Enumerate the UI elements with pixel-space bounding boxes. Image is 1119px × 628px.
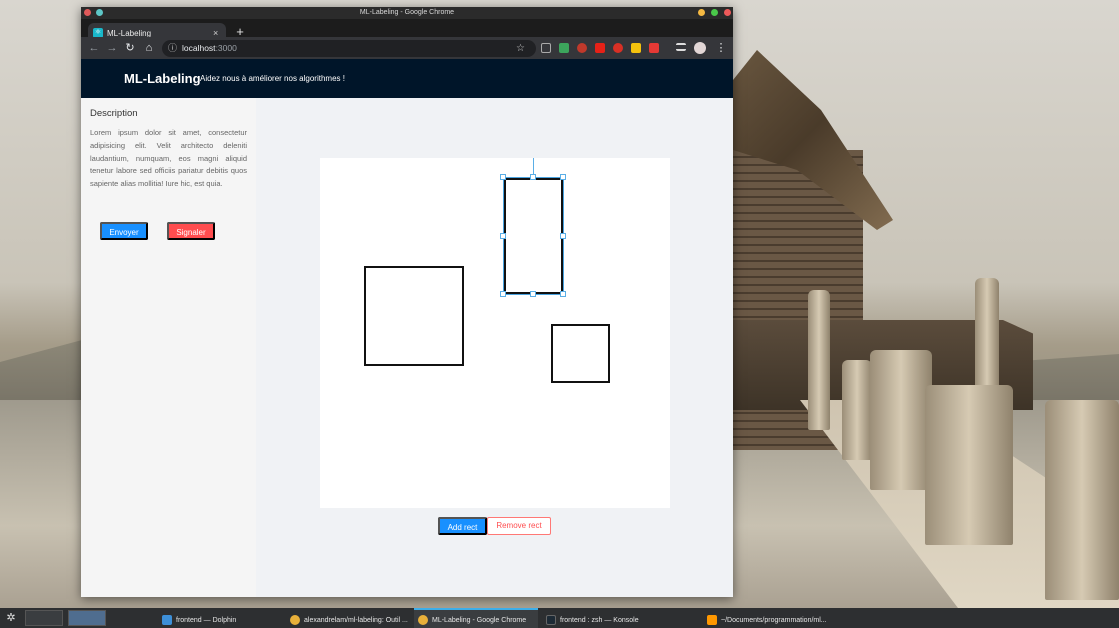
site-info-icon[interactable]: ⓘ: [168, 40, 177, 57]
bounding-rect[interactable]: [551, 324, 610, 383]
maximize-button[interactable]: [711, 9, 718, 16]
wallpaper-post: [842, 360, 872, 460]
resize-handle[interactable]: [500, 174, 506, 180]
taskbar: ✲ frontend — Dolphin alexandrelam/ml-lab…: [0, 608, 1119, 628]
task-dolphin[interactable]: frontend — Dolphin: [158, 608, 282, 628]
extension-red-circle-icon[interactable]: [577, 43, 587, 53]
resize-handle[interactable]: [500, 233, 506, 239]
tab-search-icon[interactable]: [676, 43, 686, 51]
desktop-pager-1[interactable]: [25, 610, 63, 626]
forward-icon[interactable]: →: [104, 39, 120, 57]
description-text: Lorem ipsum dolor sit amet, consectetur …: [90, 128, 247, 189]
page-viewport: ML-Labeling Aidez nous à améliorer nos a…: [81, 59, 733, 597]
app-header: ML-Labeling Aidez nous à améliorer nos a…: [81, 59, 733, 98]
window-titlebar: ML-Labeling - Google Chrome: [81, 7, 733, 19]
task-label: alexandrelam/ml-labeling: Outil ...: [304, 617, 408, 624]
app-launcher-icon[interactable]: ✲: [4, 611, 18, 625]
reader-extension-icon[interactable]: [541, 43, 551, 53]
send-button[interactable]: Envoyer: [100, 222, 148, 240]
extension-yellow-icon[interactable]: [631, 43, 641, 53]
browser-menu-icon[interactable]: ⋮: [713, 39, 729, 57]
address-url: localhost:3000: [182, 40, 237, 57]
home-icon[interactable]: ⌂: [141, 39, 157, 57]
wallpaper-post: [808, 290, 830, 430]
wallpaper-post: [975, 278, 999, 388]
resize-handle[interactable]: [560, 291, 566, 297]
resize-handle[interactable]: [500, 291, 506, 297]
sublime-text-icon: [707, 615, 717, 626]
address-bar[interactable]: ⓘ localhost:3000 ☆: [162, 40, 536, 57]
youtube-extension-icon[interactable]: [595, 43, 605, 53]
bounding-rect-selected[interactable]: [503, 177, 564, 295]
task-label: frontend — Dolphin: [176, 617, 237, 624]
add-rect-button[interactable]: Add rect: [438, 517, 487, 535]
desktop-pager-2[interactable]: [68, 610, 106, 626]
close-window-button[interactable]: [724, 9, 731, 16]
resize-handle[interactable]: [560, 174, 566, 180]
task-chrome-ml-labeling[interactable]: ML-Labeling - Google Chrome: [414, 608, 538, 628]
resize-handle[interactable]: [530, 291, 536, 297]
extension-green-icon[interactable]: [559, 43, 569, 53]
extension-red-hand-icon[interactable]: [613, 43, 623, 53]
folder-icon: [162, 615, 172, 626]
labeling-canvas[interactable]: [320, 158, 670, 508]
address-host: localhost: [182, 43, 216, 53]
wallpaper-post: [1045, 400, 1119, 600]
window-title: ML-Labeling - Google Chrome: [359, 9, 455, 16]
resize-handle[interactable]: [560, 233, 566, 239]
extension-red-square-icon[interactable]: [649, 43, 659, 53]
chrome-icon: [290, 615, 300, 626]
description-heading: Description: [90, 108, 138, 119]
report-button[interactable]: Signaler: [167, 222, 215, 240]
terminal-icon: [546, 615, 556, 626]
back-icon[interactable]: ←: [86, 39, 102, 57]
reload-icon[interactable]: ↻: [122, 39, 138, 57]
task-label: ML-Labeling - Google Chrome: [432, 617, 527, 624]
bounding-rect[interactable]: [364, 266, 464, 366]
resize-handle[interactable]: [530, 174, 536, 180]
wallpaper-post: [870, 350, 932, 490]
task-chrome-github[interactable]: alexandrelam/ml-labeling: Outil ...: [286, 608, 410, 628]
task-label: frontend : zsh — Konsole: [560, 617, 639, 624]
remove-rect-button[interactable]: Remove rect: [487, 517, 551, 535]
task-konsole[interactable]: frontend : zsh — Konsole: [542, 608, 666, 628]
task-label: ~/Documents/programmation/ml...: [721, 617, 827, 624]
app-subtitle: Aidez nous à améliorer nos algorithmes !: [200, 74, 345, 83]
browser-window: ML-Labeling - Google Chrome ⚛ ML-Labelin…: [81, 7, 733, 597]
bookmark-star-icon[interactable]: ☆: [516, 40, 525, 57]
browser-toolbar: ← → ↻ ⌂ ⓘ localhost:3000 ☆ ⋮: [81, 37, 733, 59]
address-port: :3000: [215, 43, 237, 53]
minimize-button[interactable]: [698, 9, 705, 16]
profile-avatar[interactable]: [694, 42, 706, 54]
task-sublime[interactable]: ~/Documents/programmation/ml...: [703, 608, 833, 628]
wallpaper-post: [925, 385, 1013, 545]
app-title: ML-Labeling: [124, 71, 201, 86]
sidebar: Description Lorem ipsum dolor sit amet, …: [81, 98, 256, 597]
chrome-icon: [418, 615, 428, 626]
